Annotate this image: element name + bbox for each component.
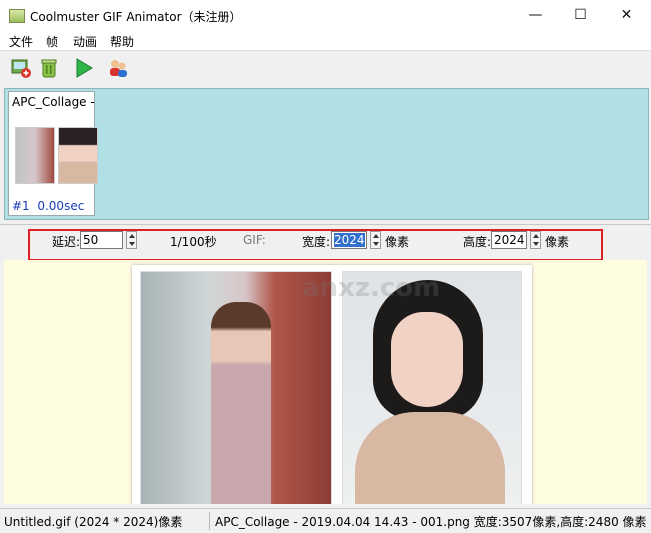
- status-bar: Untitled.gif (2024 * 2024)像素 APC_Collage…: [0, 508, 651, 533]
- preview-area: anxz.com: [4, 260, 647, 504]
- menu-animation[interactable]: 动画: [73, 33, 97, 50]
- frame-title: APC_Collage -: [12, 95, 95, 109]
- photo-right: [342, 271, 522, 504]
- users-button[interactable]: [107, 57, 131, 81]
- height-input[interactable]: 2024: [491, 231, 527, 249]
- delay-unit: 1/100秒: [170, 235, 217, 249]
- photo-body: [355, 412, 505, 504]
- width-unit: 像素: [385, 235, 410, 249]
- status-file-info: Untitled.gif (2024 * 2024)像素: [4, 515, 183, 529]
- frame-strip: APC_Collage - #1 0.00sec: [4, 88, 649, 220]
- photo-left: [140, 271, 332, 504]
- menu-help[interactable]: 帮助: [110, 33, 134, 50]
- frame-delay: 0.00sec: [37, 199, 85, 213]
- close-button[interactable]: ✕: [604, 0, 649, 32]
- minimize-button[interactable]: —: [513, 0, 558, 32]
- thumbnail-right-image: [58, 127, 98, 184]
- play-button[interactable]: [73, 57, 97, 81]
- toolbar: [0, 50, 651, 87]
- photo-figure: [211, 302, 271, 504]
- users-icon: [110, 60, 127, 77]
- app-icon: [9, 9, 25, 23]
- frame-info: #1 0.00sec: [12, 199, 84, 213]
- photo-face: [391, 312, 463, 407]
- delay-spinner[interactable]: [126, 231, 137, 249]
- status-separator: [209, 512, 210, 530]
- window-title: Coolmuster GIF Animator（未注册）: [30, 10, 242, 24]
- watermark-text: anxz.com: [302, 273, 441, 303]
- height-unit: 像素: [545, 235, 570, 249]
- menu-file[interactable]: 文件: [9, 33, 33, 50]
- width-value: 2024: [334, 233, 365, 247]
- delete-button[interactable]: [38, 57, 62, 81]
- delay-input[interactable]: 50: [80, 231, 123, 249]
- add-image-button[interactable]: [10, 57, 34, 81]
- delay-label: 延迟:: [52, 235, 81, 249]
- maximize-icon: ☐: [574, 7, 587, 23]
- close-icon: ✕: [620, 7, 633, 23]
- gif-label: GIF:: [243, 233, 266, 247]
- width-label: 宽度:: [302, 235, 331, 249]
- play-icon: [76, 58, 93, 78]
- menu-bar: 文件 帧 动画 帮助: [0, 32, 651, 50]
- maximize-button[interactable]: ☐: [558, 0, 603, 32]
- title-bar: Coolmuster GIF Animator（未注册） — ☐ ✕: [0, 0, 651, 32]
- height-spinner[interactable]: [530, 231, 541, 249]
- height-label: 高度:: [463, 235, 492, 249]
- trash-icon: [41, 59, 57, 78]
- add-image-icon: [11, 59, 31, 78]
- width-spinner[interactable]: [370, 231, 381, 249]
- frame-index: #1: [12, 199, 30, 213]
- status-frame-info: APC_Collage - 2019.04.04 14.43 - 001.png…: [215, 515, 647, 529]
- minimize-icon: —: [528, 7, 543, 23]
- width-input[interactable]: 2024: [331, 231, 367, 249]
- menu-frame[interactable]: 帧: [46, 33, 58, 50]
- frame-thumbnail[interactable]: APC_Collage - #1 0.00sec: [8, 91, 98, 216]
- thumbnail-left-image: [15, 127, 55, 184]
- preview-image: anxz.com: [132, 265, 532, 504]
